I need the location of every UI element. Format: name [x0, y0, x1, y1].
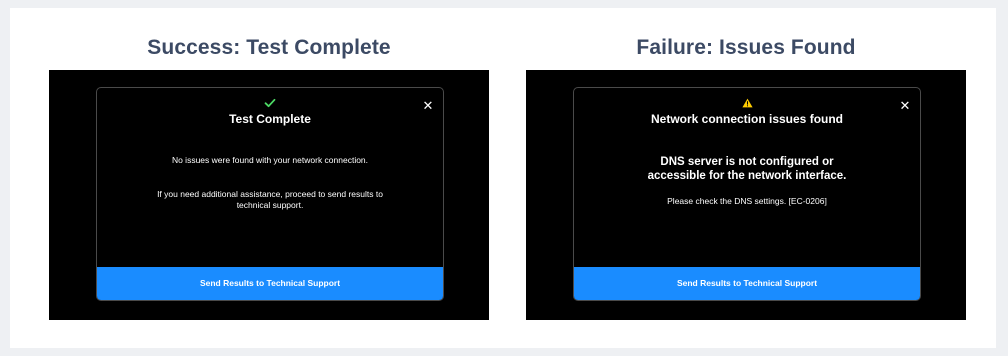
- assistance-message: If you need additional assistance, proce…: [157, 189, 383, 210]
- success-screen: ✕ Test Complete No issues were found wit…: [49, 70, 489, 320]
- error-headline: DNS server is not configured or accessib…: [647, 156, 847, 182]
- dialog-title: Test Complete: [229, 112, 311, 126]
- failure-screen: ✕ Network connection issues found DNS se…: [526, 70, 966, 320]
- failure-heading: Failure: Issues Found: [636, 36, 856, 59]
- success-message: No issues were found with your network c…: [171, 155, 369, 165]
- close-icon[interactable]: ✕: [421, 99, 435, 113]
- success-dialog: ✕ Test Complete No issues were found wit…: [96, 87, 444, 301]
- success-heading: Success: Test Complete: [147, 36, 391, 59]
- checkmark-icon: [97, 95, 443, 113]
- error-detail: Please check the DNS settings. [EC-0206]: [667, 196, 827, 206]
- failure-dialog: ✕ Network connection issues found DNS se…: [573, 87, 921, 301]
- warning-icon: [574, 95, 920, 113]
- comparison-panel: Success: Test Complete ✕ Test Complete N…: [10, 8, 996, 348]
- dialog-title: Network connection issues found: [650, 112, 844, 126]
- close-icon[interactable]: ✕: [898, 99, 912, 113]
- send-results-button[interactable]: Send Results to Technical Support: [97, 267, 443, 300]
- send-results-button[interactable]: Send Results to Technical Support: [574, 267, 920, 300]
